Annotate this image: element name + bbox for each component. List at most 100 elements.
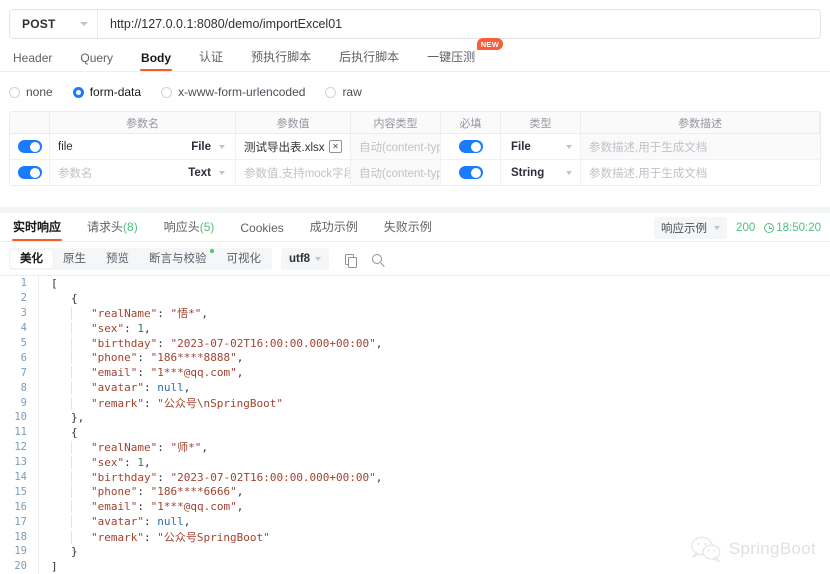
- viewer-tab-preview[interactable]: 预览: [96, 250, 139, 268]
- row-param-value-cell: 测试导出表.xlsx ✕: [236, 134, 351, 159]
- body-type-radio-group: none form-data x-www-form-urlencoded raw: [9, 82, 382, 102]
- code-token: ,: [375, 470, 383, 484]
- code-token: ,: [201, 441, 208, 455]
- param-value-input[interactable]: 参数值,支持mock字段变: [236, 160, 350, 185]
- line-number: 14: [14, 471, 27, 484]
- tab-label: 实时响应: [13, 220, 62, 234]
- code-token: ,: [236, 366, 244, 380]
- content-type-input[interactable]: 自动(content-type): [351, 160, 440, 185]
- response-example-selector[interactable]: 响应示例: [654, 217, 728, 239]
- tab-load-test[interactable]: 一键压测 NEW: [413, 38, 504, 71]
- tab-cookies[interactable]: Cookies: [227, 221, 296, 241]
- search-button[interactable]: [369, 251, 385, 267]
- method-label: POST: [22, 17, 56, 31]
- tab-response-headers[interactable]: 响应头(5): [151, 218, 228, 241]
- param-value-input[interactable]: 测试导出表.xlsx ✕: [236, 134, 350, 159]
- code-line: 11 {: [0, 424, 830, 440]
- code-line: 7 "email": "1***@qq.com",: [0, 365, 830, 381]
- required-toggle[interactable]: [458, 166, 483, 179]
- line-number: 15: [14, 485, 27, 498]
- code-line-text: "birthday": "2023-07-02T16:00:00.000+00:…: [39, 470, 383, 484]
- indent-guide: [71, 470, 72, 484]
- viewer-tab-assertions[interactable]: 断言与校验: [139, 249, 217, 268]
- param-kind-selector[interactable]: File: [191, 141, 227, 153]
- code-line-text: ]: [39, 560, 58, 573]
- tab-label: Body: [141, 51, 172, 65]
- code-token: ,: [236, 500, 244, 514]
- param-kind-value: Text: [188, 166, 211, 179]
- indent-guide: [51, 337, 52, 350]
- content-type-placeholder: 自动(content-type): [359, 167, 440, 180]
- tab-query[interactable]: Query: [66, 51, 127, 71]
- type-selector[interactable]: String: [501, 167, 580, 179]
- copy-button[interactable]: [341, 251, 357, 268]
- viewer-mode-group: 美化 原生 预览 断言与校验 可视化: [9, 248, 272, 270]
- indent-guide: [51, 515, 52, 528]
- row-description-cell: 参数描述,用于生成文档: [581, 134, 820, 159]
- tab-post-script[interactable]: 后执行脚本: [325, 48, 413, 71]
- response-code-viewer[interactable]: 1[2{3 "realName": "悟*", 4 "sex": 1, 5 "birthd…: [0, 276, 830, 574]
- radio-x-www-form-urlencoded[interactable]: x-www-form-urlencoded: [161, 85, 305, 99]
- code-line: 9 "remark": "公众号\nSpringBoot": [0, 395, 830, 411]
- row-enable-cell: [10, 160, 50, 185]
- table-row: file File 测试导出表.xlsx ✕ 自动(content-type): [10, 134, 820, 160]
- code-token: null: [157, 515, 184, 529]
- enable-toggle[interactable]: [17, 166, 42, 179]
- indent-guide: [71, 396, 72, 410]
- table-header-row: 参数名 参数值 内容类型 必填 类型 参数描述: [10, 112, 820, 134]
- clear-file-icon[interactable]: ✕: [329, 140, 342, 153]
- tab-success-example[interactable]: 成功示例: [297, 218, 371, 241]
- tab-auth[interactable]: 认证: [185, 48, 237, 71]
- code-token: [: [51, 276, 58, 290]
- code-line: 8 "avatar": null,: [0, 380, 830, 396]
- indent-guide: [51, 307, 52, 320]
- content-type-input[interactable]: 自动(content-type): [351, 134, 440, 159]
- code-line-text: "realName": "师*",: [39, 439, 208, 455]
- viewer-tab-label: 原生: [63, 253, 86, 265]
- tab-live-response[interactable]: 实时响应: [9, 218, 74, 241]
- radio-none[interactable]: none: [9, 85, 53, 99]
- code-token: }: [71, 544, 78, 558]
- viewer-tab-raw[interactable]: 原生: [53, 250, 96, 268]
- response-separator: [0, 207, 830, 213]
- url-input[interactable]: http://127.0.0.1:8080/demo/importExcel01: [98, 10, 820, 38]
- code-token: :: [137, 366, 151, 380]
- required-toggle[interactable]: [458, 140, 483, 153]
- indent-guide: [51, 456, 52, 469]
- param-kind-selector[interactable]: Text: [188, 167, 227, 179]
- response-meta: 响应示例 200 18:50:20: [654, 217, 821, 239]
- code-line-text: "email": "1***@qq.com",: [39, 500, 244, 514]
- param-name-input[interactable]: 参数名 Text: [50, 160, 235, 185]
- tab-pre-script[interactable]: 预执行脚本: [237, 48, 325, 71]
- indent-guide: [51, 545, 52, 558]
- code-token: 1: [137, 455, 144, 469]
- tab-request-headers[interactable]: 请求头(8): [74, 218, 151, 241]
- method-selector[interactable]: POST: [10, 10, 98, 38]
- param-name-input[interactable]: file File: [50, 134, 235, 159]
- type-selector[interactable]: File: [501, 141, 580, 153]
- tab-label: 失败示例: [383, 220, 432, 234]
- line-number: 9: [20, 396, 27, 409]
- code-token: "remark": [91, 530, 144, 544]
- encoding-selector[interactable]: utf8: [281, 248, 330, 270]
- code-line-text: "avatar": null,: [39, 515, 190, 529]
- viewer-tab-beautify[interactable]: 美化: [10, 250, 53, 268]
- row-enable-cell: [10, 134, 50, 159]
- code-token: :: [143, 515, 158, 529]
- column-header-type: 类型: [501, 112, 581, 133]
- enable-toggle[interactable]: [17, 140, 42, 153]
- radio-raw[interactable]: raw: [325, 85, 362, 99]
- indent-guide: [71, 500, 72, 514]
- column-header-enable: [10, 112, 50, 133]
- tab-failure-example[interactable]: 失败示例: [371, 218, 445, 241]
- description-input[interactable]: 参数描述,用于生成文档: [581, 134, 820, 159]
- code-token: ,: [236, 485, 244, 499]
- tab-body[interactable]: Body: [127, 51, 185, 71]
- code-line-text: "phone": "186****6666",: [39, 485, 244, 499]
- tab-header[interactable]: Header: [9, 51, 66, 71]
- watermark-text: SpringBoot: [728, 539, 816, 558]
- description-input[interactable]: 参数描述,用于生成文档: [581, 160, 820, 185]
- viewer-tab-visualize[interactable]: 可视化: [217, 250, 272, 268]
- code-line: 3 "realName": "悟*",: [0, 305, 830, 321]
- radio-form-data[interactable]: form-data: [72, 85, 141, 99]
